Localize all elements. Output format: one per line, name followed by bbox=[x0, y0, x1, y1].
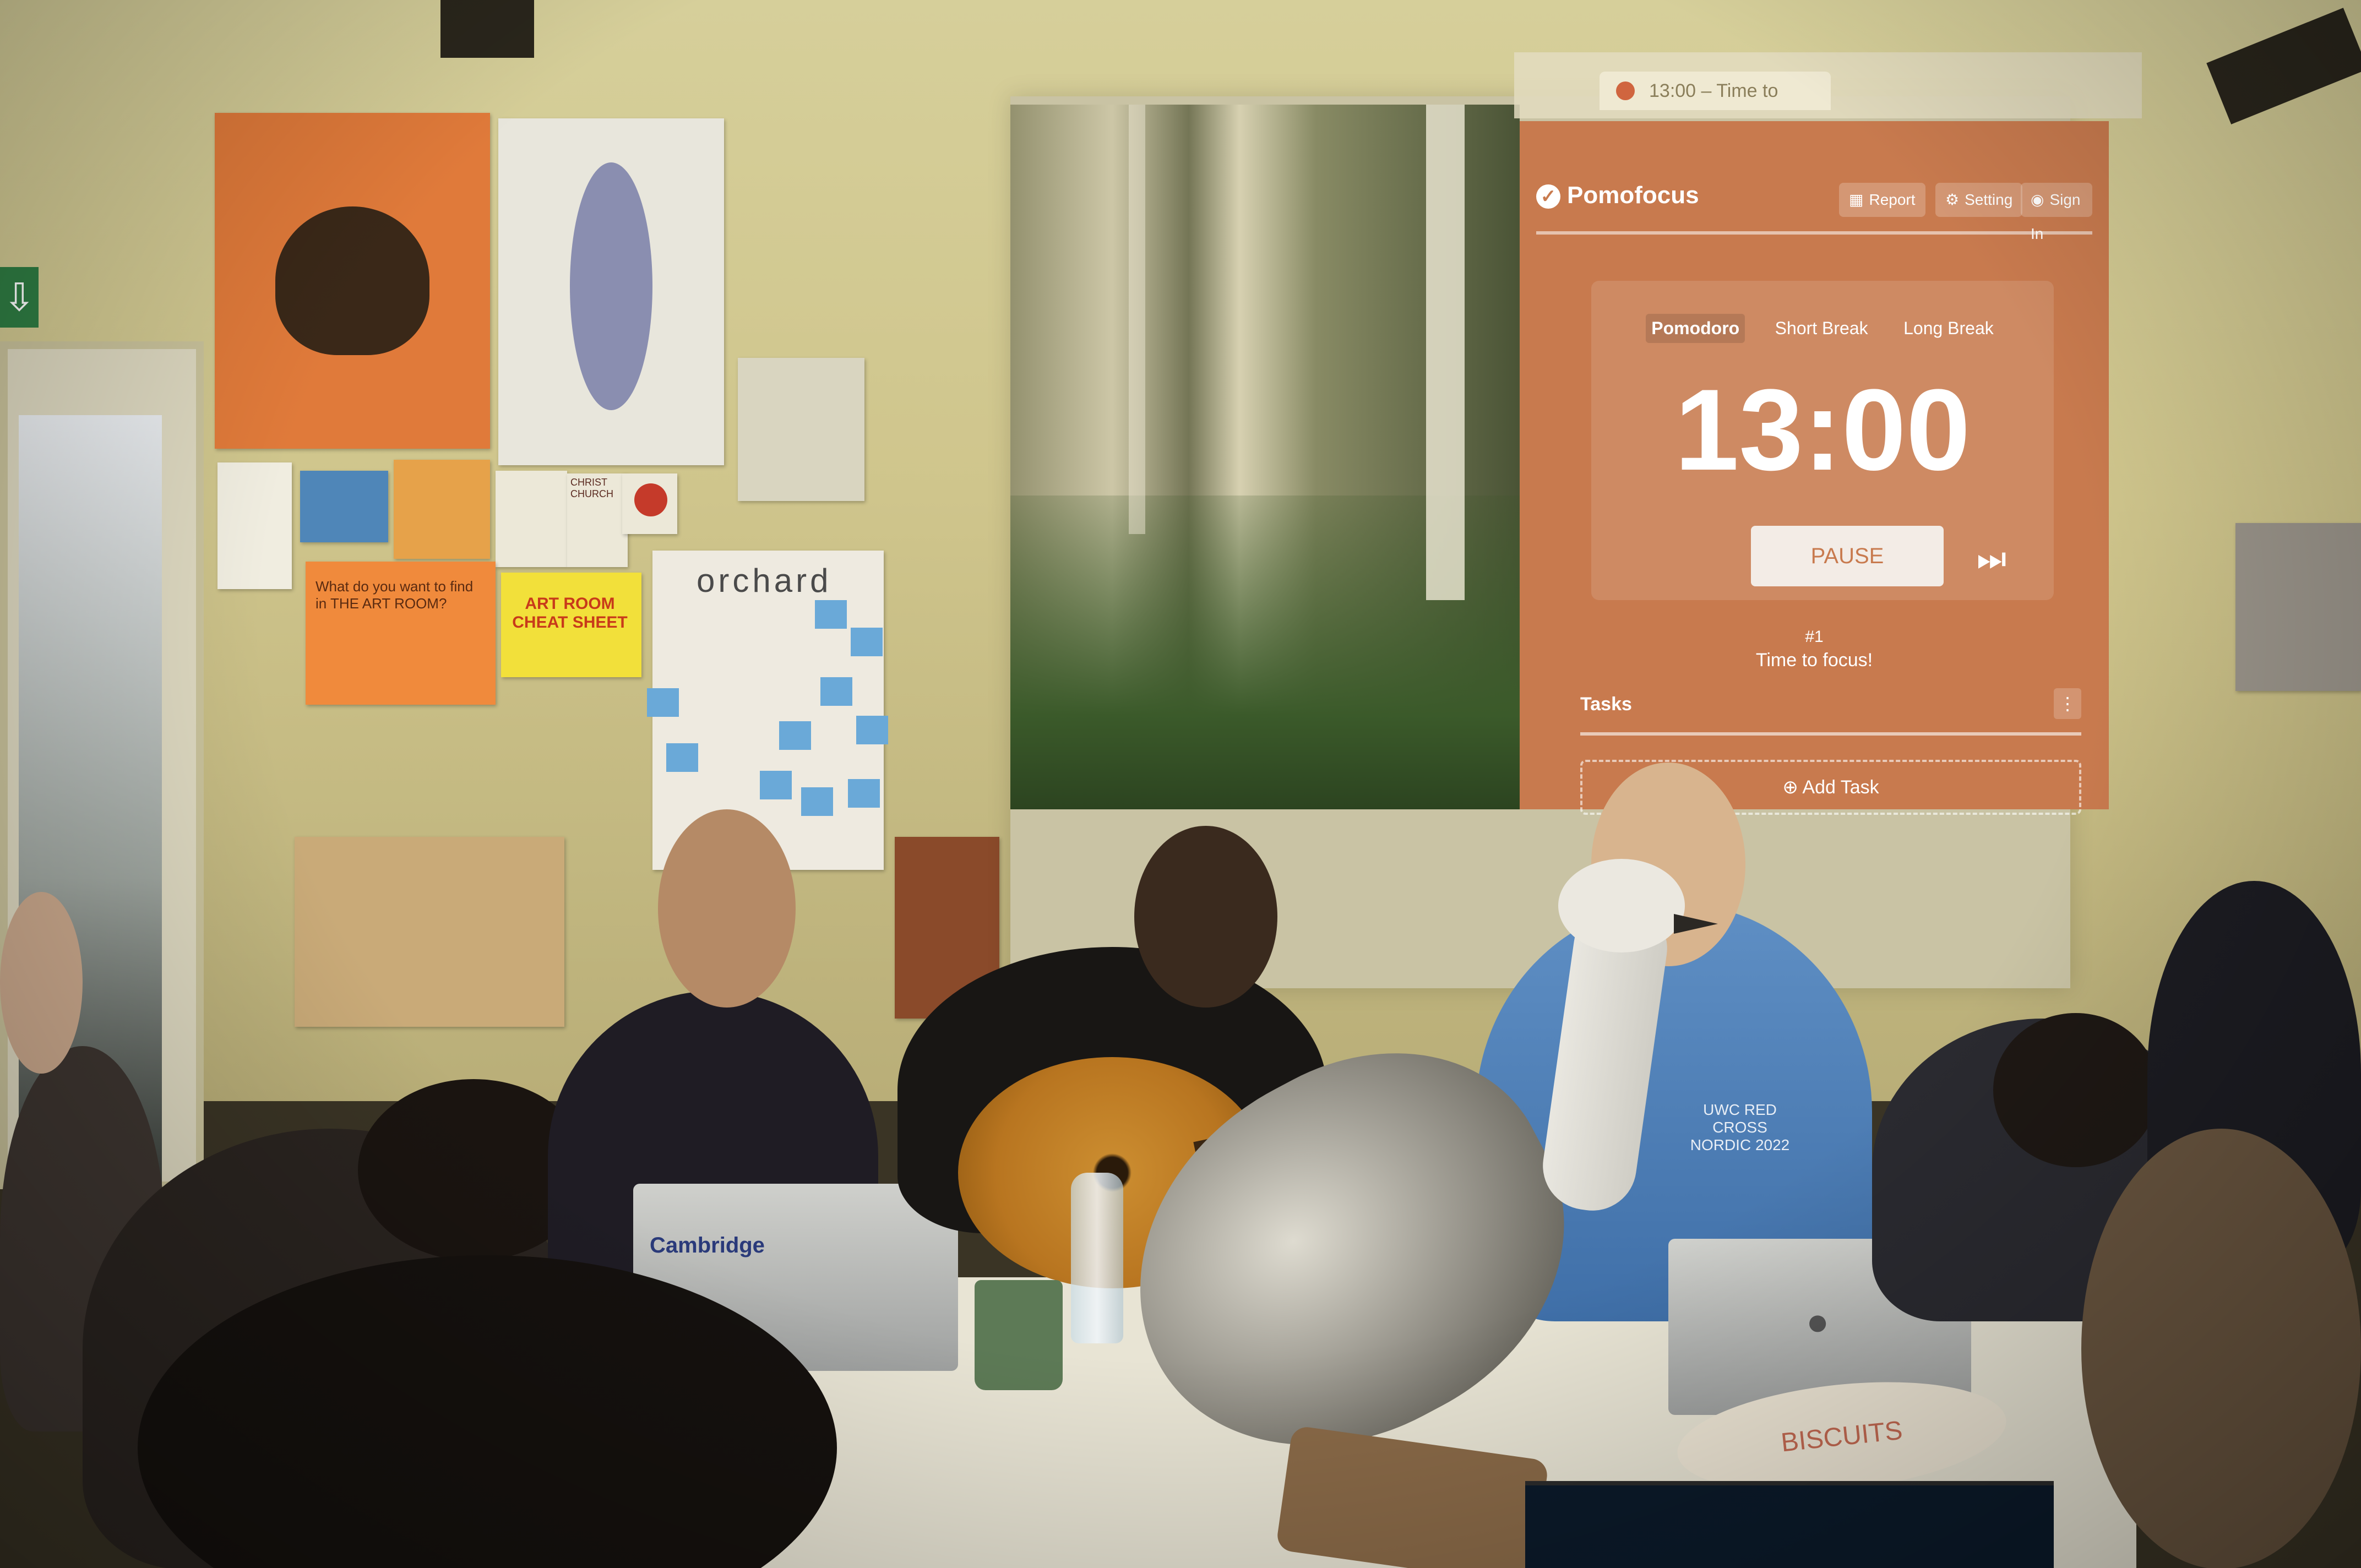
round-message: Time to focus! bbox=[1755, 650, 1873, 671]
gear-icon: ⚙ bbox=[1945, 191, 1960, 208]
person-glasses-head bbox=[658, 809, 796, 1008]
skull-drawing bbox=[295, 837, 564, 1027]
insect-drawing bbox=[498, 118, 724, 465]
hoodie-print: UWC RED CROSS NORDIC 2022 bbox=[1690, 1101, 1790, 1153]
report-label: Report bbox=[1869, 191, 1916, 208]
mode-tabs: Pomodoro Short Break Long Break bbox=[1591, 314, 2054, 343]
green-mug bbox=[975, 1280, 1063, 1390]
plus-circle-icon: ⊕ bbox=[1782, 777, 1803, 798]
sticky-note bbox=[666, 743, 698, 772]
person-left-edge-head bbox=[0, 892, 83, 1074]
sticky-note bbox=[801, 787, 833, 816]
foreground-head-right bbox=[2081, 1129, 2361, 1568]
question-poster-text: What do you want to find in THE ART ROOM… bbox=[315, 578, 474, 612]
christ-church-label: CHRIST CHURCH bbox=[570, 477, 613, 499]
small-card-3 bbox=[394, 460, 490, 559]
timer-display: 13:00 bbox=[1674, 365, 1971, 494]
brand-logo[interactable]: ✓ Pomofocus bbox=[1536, 182, 1699, 209]
sticky-note bbox=[856, 716, 888, 744]
sticky-note bbox=[647, 688, 679, 717]
small-card-2 bbox=[300, 471, 388, 542]
browser-tab[interactable]: 13:00 – Time to focus! bbox=[1600, 72, 1831, 140]
laptop-code-screen bbox=[1525, 1481, 2054, 1568]
red-flower-card bbox=[622, 473, 677, 534]
user-icon: ◉ bbox=[2031, 191, 2044, 208]
laptop-sticker: Cambridge bbox=[650, 1233, 765, 1257]
small-card-1 bbox=[217, 462, 292, 589]
pomofocus-app: ✓ Pomofocus ▦ Report ⚙ Setting ◉ Sign In Pom… bbox=[1520, 121, 2109, 815]
app-header: ✓ Pomofocus ▦ Report ⚙ Setting ◉ Sign In bbox=[1536, 171, 2092, 242]
orchard-poster: orchard bbox=[652, 551, 884, 870]
report-button[interactable]: ▦ Report bbox=[1839, 183, 1925, 217]
taxidermy-goose-head bbox=[1558, 859, 1685, 952]
sticky-note bbox=[820, 677, 852, 706]
christ-church-card: CHRIST CHURCH bbox=[567, 473, 628, 567]
tab-pomodoro[interactable]: Pomodoro bbox=[1646, 314, 1745, 343]
flower-drawing bbox=[738, 358, 864, 501]
art-room-poster: ART ROOM CHEAT SHEET bbox=[501, 573, 641, 677]
person-right-writing-head bbox=[1993, 1013, 2158, 1167]
art-room-poster-text: ART ROOM CHEAT SHEET bbox=[512, 595, 628, 631]
check-circle-icon: ✓ bbox=[1536, 184, 1560, 209]
sticky-note bbox=[815, 600, 847, 629]
sticky-note bbox=[848, 779, 880, 808]
sticky-note bbox=[851, 628, 883, 656]
exit-arrow-icon: ⇩ bbox=[0, 267, 39, 328]
photo-scene: ⇩ CHRIST CHURCH What do you want to find… bbox=[0, 0, 2361, 1568]
signin-button[interactable]: ◉ Sign In bbox=[2021, 183, 2092, 242]
biscuit-label: BISCUITS bbox=[1780, 1415, 1904, 1458]
ceiling-beam-left bbox=[440, 0, 534, 58]
tab-long-break[interactable]: Long Break bbox=[1898, 314, 1999, 343]
bird-card bbox=[496, 471, 567, 567]
tasks-menu-button[interactable]: ⋮ bbox=[2054, 688, 2081, 719]
person-guitar-head bbox=[1134, 826, 1277, 1008]
tasks-title: Tasks bbox=[1580, 694, 1632, 715]
sticky-note bbox=[779, 721, 811, 750]
charcoal-drawing bbox=[2235, 523, 2361, 691]
sticky-note bbox=[760, 771, 792, 799]
chart-icon: ▦ bbox=[1849, 191, 1864, 208]
setting-label: Setting bbox=[1965, 191, 2013, 208]
teapot-poster bbox=[215, 113, 490, 449]
goose-beak bbox=[1674, 914, 1718, 934]
apple-logo-icon: ● bbox=[1806, 1300, 1830, 1343]
tree-trunk bbox=[1129, 105, 1145, 534]
orchard-poster-text: orchard bbox=[697, 562, 832, 599]
brand-name: Pomofocus bbox=[1567, 182, 1699, 209]
water-bottle bbox=[1071, 1173, 1123, 1343]
pause-button[interactable]: PAUSE bbox=[1751, 526, 1944, 586]
tab-favicon-icon bbox=[1616, 81, 1635, 100]
skip-next-icon[interactable]: ⏭ bbox=[1977, 540, 2006, 578]
question-poster: What do you want to find in THE ART ROOM… bbox=[306, 562, 496, 705]
tab-short-break[interactable]: Short Break bbox=[1770, 314, 1874, 343]
setting-button[interactable]: ⚙ Setting bbox=[1935, 183, 2023, 217]
tree-trunk bbox=[1426, 105, 1465, 600]
tasks-header: Tasks ⋮ bbox=[1580, 688, 2081, 736]
round-number: #1 bbox=[1805, 628, 1824, 646]
add-task-label: Add Task bbox=[1802, 777, 1879, 798]
timer-card: Pomodoro Short Break Long Break 13:00 PA… bbox=[1591, 281, 2054, 600]
